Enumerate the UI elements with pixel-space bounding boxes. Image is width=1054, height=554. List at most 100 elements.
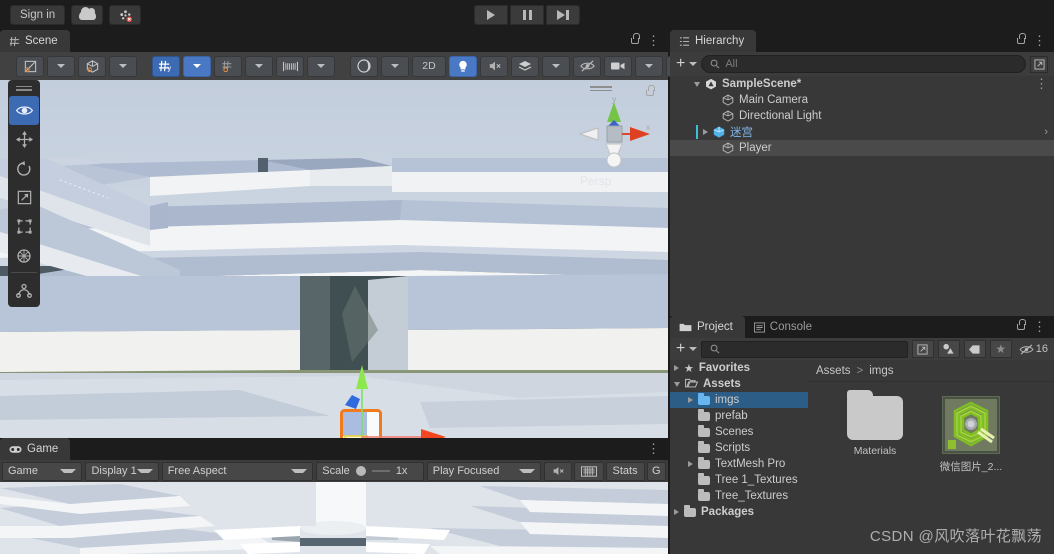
filter-expand-icon[interactable] — [911, 340, 934, 358]
lock-icon[interactable] — [631, 33, 640, 44]
scale-tool-button[interactable] — [9, 183, 39, 212]
scene-camera-button[interactable] — [604, 55, 632, 77]
stats-button[interactable]: Stats — [605, 461, 645, 481]
tab-project[interactable]: Project — [670, 316, 745, 338]
grid-snapping-toggle[interactable] — [214, 55, 242, 77]
play-button[interactable] — [474, 5, 508, 25]
play-mode-select[interactable]: Play Focused — [426, 461, 541, 481]
display-select[interactable]: Display 1 — [85, 461, 159, 481]
asset-item-materials[interactable]: Materials — [836, 390, 914, 474]
search-by-type-icon[interactable] — [937, 340, 960, 358]
chevron-right-icon[interactable] — [703, 129, 708, 135]
global-local-dropdown[interactable] — [109, 55, 137, 77]
project-search-input[interactable] — [701, 340, 908, 358]
hierarchy-item-samplescene[interactable]: SampleScene* ⋮ — [670, 76, 1054, 92]
create-dropdown-icon[interactable] — [689, 62, 698, 66]
gizmo-persp-label[interactable]: Persp — [580, 174, 611, 188]
sign-in-button[interactable]: Sign in — [10, 5, 66, 25]
gizmos-button[interactable]: G — [646, 461, 666, 481]
rotate-tool-button[interactable] — [9, 154, 39, 183]
hidden-objects-toggle[interactable] — [573, 55, 601, 77]
scale-slider-thumb[interactable] — [355, 466, 366, 476]
custom-editor-tool-button[interactable] — [9, 275, 39, 304]
project-create-dropdown-icon[interactable] — [689, 347, 698, 351]
project-create-button[interactable]: + — [676, 341, 685, 357]
project-tree-item-packages[interactable]: Packages — [670, 504, 808, 520]
scene-orientation-gizmo[interactable]: y x Persp — [562, 82, 658, 192]
project-tree-item-favorites[interactable]: ★ Favorites — [670, 360, 808, 376]
project-tree-item-imgs[interactable]: imgs — [670, 392, 808, 408]
scene-ruler-toggle[interactable] — [276, 55, 304, 77]
effects-toggle[interactable] — [511, 55, 539, 77]
cloud-icon[interactable] — [71, 5, 104, 25]
scale-slider[interactable]: Scale 1x — [316, 461, 424, 481]
create-button[interactable]: + — [676, 56, 685, 72]
filter-expand-icon[interactable] — [1030, 55, 1048, 73]
project-tree-item-tree-textures[interactable]: Tree_Textures — [670, 488, 808, 504]
rect-transform-tool-button[interactable] — [9, 212, 39, 241]
step-button[interactable] — [546, 5, 580, 25]
search-by-label-icon[interactable] — [963, 340, 986, 358]
tools-drag-handle[interactable] — [16, 83, 32, 93]
chevron-right-icon[interactable] — [674, 365, 679, 371]
project-tree-item-scripts[interactable]: Scripts — [670, 440, 808, 456]
scene-lighting-toggle[interactable] — [449, 55, 477, 77]
tab-console[interactable]: Console — [744, 316, 824, 338]
hidden-packages-indicator[interactable]: 16 — [1019, 343, 1048, 355]
game-kebab-menu-icon[interactable]: ⋮ — [647, 442, 660, 455]
chevron-down-icon[interactable] — [694, 81, 700, 87]
project-folder-tree[interactable]: ★ Favorites Assets imgs prefab Scenes Scripts T… — [670, 360, 808, 554]
mute-audio-button[interactable] — [543, 461, 572, 481]
open-prefab-icon[interactable]: › — [1044, 126, 1048, 138]
project-kebab-menu-icon[interactable]: ⋮ — [1033, 320, 1046, 333]
scene-context-menu-icon[interactable]: ⋮ — [1035, 77, 1048, 90]
pause-button[interactable] — [510, 5, 544, 25]
grid-snapping-dropdown[interactable] — [245, 55, 273, 77]
hierarchy-item-player[interactable]: Player — [670, 140, 1054, 156]
view-tool-button[interactable] — [9, 96, 39, 125]
hierarchy-item-main-camera[interactable]: Main Camera — [670, 92, 1054, 108]
chevron-right-icon[interactable] — [688, 461, 693, 467]
hierarchy-search-input[interactable]: All — [701, 55, 1026, 73]
hierarchy-item-directional-light[interactable]: Directional Light — [670, 108, 1054, 124]
project-tree-item-prefab[interactable]: prefab — [670, 408, 808, 424]
breadcrumb-imgs[interactable]: imgs — [869, 365, 893, 377]
hierarchy-kebab-menu-icon[interactable]: ⋮ — [1033, 34, 1046, 47]
project-tree-item-tree-1-textures[interactable]: Tree 1_Textures — [670, 472, 808, 488]
toggle-2d-button[interactable]: 2D — [412, 55, 446, 77]
effects-dropdown[interactable] — [542, 55, 570, 77]
breadcrumb-assets[interactable]: Assets — [816, 365, 851, 377]
project-lock-icon[interactable] — [1017, 319, 1026, 330]
project-tree-item-assets[interactable]: Assets — [670, 376, 808, 392]
tab-hierarchy[interactable]: Hierarchy — [670, 30, 757, 52]
asset-item-texture[interactable]: 微信图片_2... — [932, 396, 1010, 474]
scene-camera-dropdown[interactable] — [635, 55, 663, 77]
move-tool-button[interactable] — [9, 125, 39, 154]
hierarchy-lock-icon[interactable] — [1017, 33, 1026, 44]
scene-audio-toggle[interactable] — [480, 55, 508, 77]
target-display-select[interactable]: Game — [2, 461, 83, 481]
grid-visibility-toggle[interactable]: y — [152, 55, 180, 77]
chevron-down-icon[interactable] — [674, 381, 680, 387]
global-local-toggle[interactable] — [78, 55, 106, 77]
hierarchy-tree[interactable]: SampleScene* ⋮ Main Camera Directional Ligh… — [670, 76, 1054, 316]
kebab-menu-icon[interactable]: ⋮ — [647, 34, 660, 47]
hierarchy-item-[interactable]: 迷宫 › — [670, 124, 1054, 140]
project-tree-item-scenes[interactable]: Scenes — [670, 424, 808, 440]
draw-mode-button[interactable] — [350, 55, 378, 77]
pivot-dropdown[interactable] — [47, 55, 75, 77]
device-simulator-button[interactable] — [573, 461, 604, 481]
game-viewport[interactable] — [0, 482, 668, 554]
scene-ruler-dropdown[interactable] — [307, 55, 335, 77]
collab-error-icon[interactable] — [109, 5, 142, 25]
project-tree-item-textmesh-pro[interactable]: TextMesh Pro — [670, 456, 808, 472]
draw-mode-dropdown[interactable] — [381, 55, 409, 77]
aspect-select[interactable]: Free Aspect — [161, 461, 314, 481]
chevron-right-icon[interactable] — [688, 397, 693, 403]
transform-tool-button[interactable] — [9, 241, 39, 270]
chevron-right-icon[interactable] — [674, 509, 679, 515]
tab-scene[interactable]: Scene — [0, 30, 70, 52]
tab-game[interactable]: Game — [0, 438, 71, 460]
favorite-star-icon[interactable]: ★ — [989, 340, 1012, 358]
scene-viewport[interactable]: y x Persp — [0, 80, 668, 438]
